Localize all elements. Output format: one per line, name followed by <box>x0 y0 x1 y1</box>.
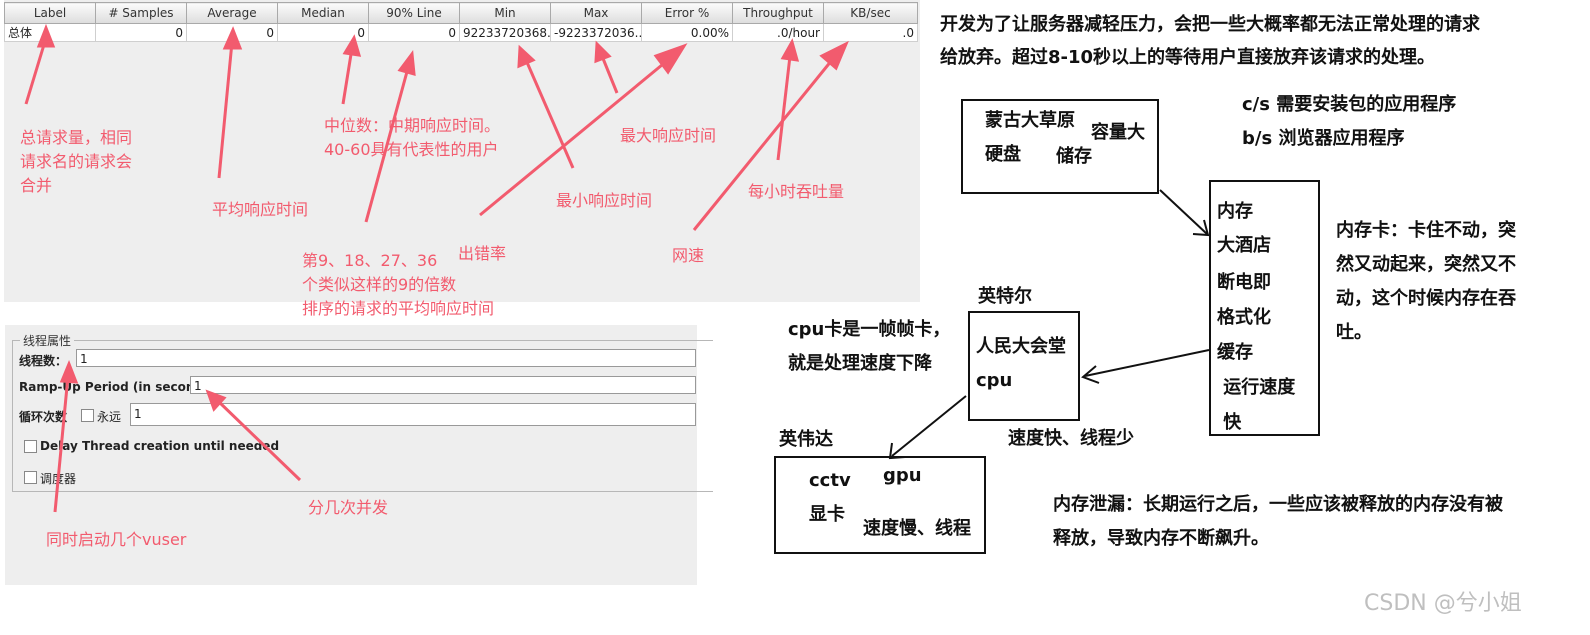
cpu-line1: 人民大会堂 <box>976 336 1066 357</box>
disk-line1: 蒙古大草原 <box>985 110 1075 131</box>
arrow-average <box>217 41 234 179</box>
gpu-cctv: cctv <box>809 470 851 491</box>
note-bs: b/s 浏览器应用程序 <box>1242 128 1405 149</box>
arrow-throughput <box>776 55 792 161</box>
arrow-threads <box>53 375 70 513</box>
disk-line2: 硬盘 <box>985 144 1021 165</box>
arrow-error <box>479 58 669 217</box>
disk-capacity: 容量大 <box>1091 122 1145 143</box>
arrow-90-line <box>364 67 410 223</box>
memory-line3: 断电即 <box>1217 272 1271 293</box>
arrow-min <box>524 59 575 169</box>
arrow-median <box>341 47 354 105</box>
label-nvidia: 英伟达 <box>779 429 833 450</box>
note-cs: c/s 需要安装包的应用程序 <box>1242 94 1457 115</box>
arrow-max <box>600 55 619 94</box>
arrowhead-samples <box>36 23 56 48</box>
arrowhead-min <box>517 44 536 69</box>
memory-line2: 大酒店 <box>1217 235 1271 256</box>
arrow-kbsec <box>692 59 834 231</box>
memory-line6: 运行速度 <box>1217 377 1296 398</box>
cpu-line2: cpu <box>976 370 1013 391</box>
csdn-watermark: CSDN @兮小姐 <box>1364 591 1522 616</box>
gpu-card: 显卡 <box>809 504 845 525</box>
memory-line5: 缓存 <box>1217 342 1253 363</box>
note-memory-card: 内存卡：卡住不动，突 然又动起来，突然又不 动，这个时候内存在吞 吐。 <box>1336 220 1516 343</box>
memory-line7: 快 <box>1217 412 1242 433</box>
arrowhead-average <box>222 26 243 50</box>
arrowhead-throughput <box>780 38 800 62</box>
note-cpu-speed: 速度快、线程少 <box>1008 428 1134 449</box>
arrow-disk-to-memory <box>1159 189 1208 235</box>
label-intel: 英特尔 <box>978 286 1032 307</box>
arrowhead-median <box>342 34 362 57</box>
note-memory-leak: 内存泄漏：长期运行之后，一些应该被释放的内存没有被 释放，导致内存不断飙升。 <box>1053 494 1503 549</box>
arrow-memory-to-cpu <box>1084 349 1210 377</box>
gpu-gpu: gpu <box>883 465 922 486</box>
arrowhead-max <box>594 40 612 64</box>
disk-storage: 储存 <box>1056 146 1092 167</box>
gpu-speed: 速度慢、线程 <box>863 518 971 539</box>
arrow-cpu-to-gpu <box>891 395 967 457</box>
arrow-samples <box>24 37 48 105</box>
arrow-rampup <box>216 399 302 482</box>
memory-line1: 内存 <box>1217 201 1253 222</box>
memory-line4: 格式化 <box>1217 307 1271 328</box>
note-cpu-card: cpu卡是一帧帧卡， 就是处理速度下降 <box>788 319 951 374</box>
note-intro: 开发为了让服务器减轻压力，会把一些大概率都无法正常处理的请求 给放弃。超过8-1… <box>940 14 1480 68</box>
arrowhead-90-line <box>397 50 416 77</box>
arrowhead-threads <box>59 359 79 384</box>
arrowhead-kbsec <box>819 40 849 71</box>
